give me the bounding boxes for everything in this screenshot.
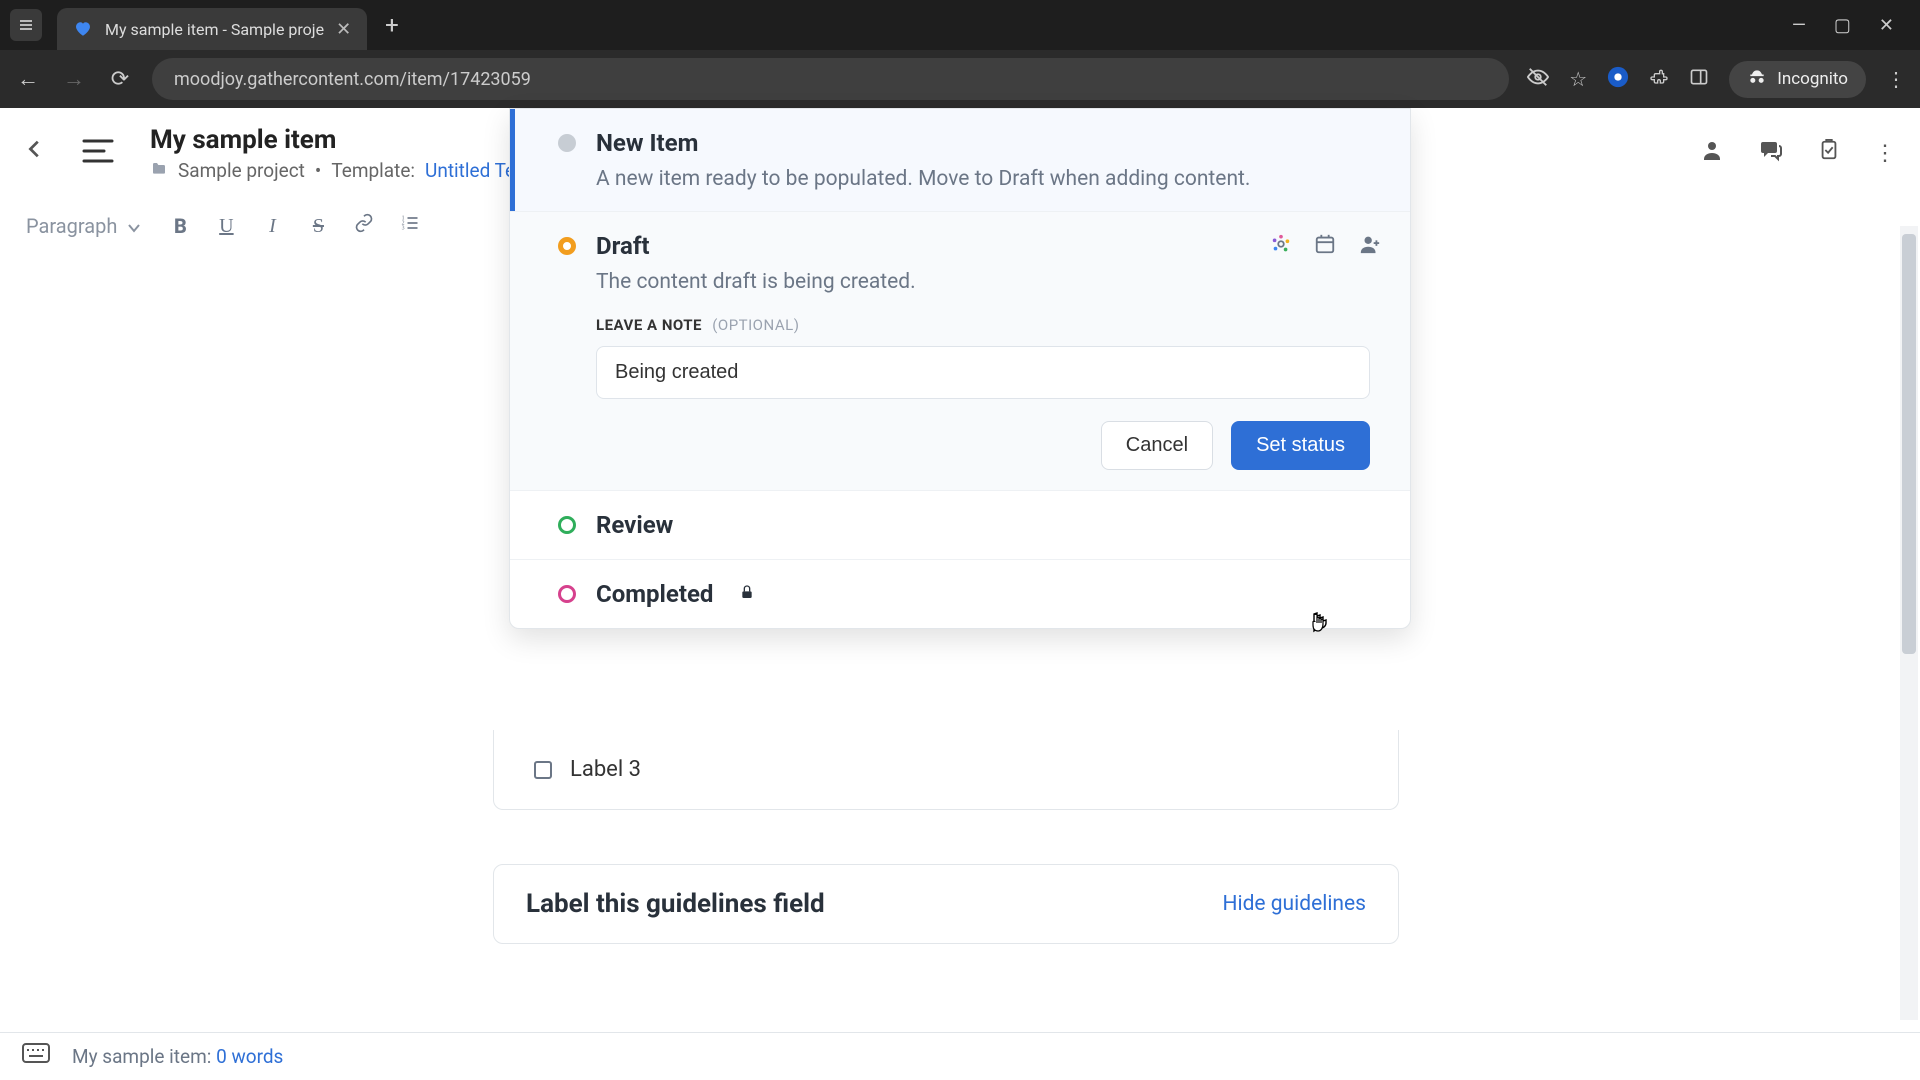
status-name: Review [596, 511, 673, 539]
status-name: Draft [596, 232, 650, 260]
url-text: moodjoy.gathercontent.com/item/17423059 [174, 69, 531, 90]
status-color-dot-icon [558, 237, 576, 255]
bold-button[interactable]: B [163, 214, 197, 238]
svg-text:3: 3 [402, 226, 405, 232]
status-option-completed[interactable]: Completed [510, 559, 1410, 628]
nav-forward-icon[interactable]: → [60, 66, 88, 92]
status-description: A new item ready to be populated. Move t… [596, 167, 1382, 191]
nav-reload-icon[interactable]: ⟳ [106, 67, 134, 92]
minimize-icon[interactable]: — [1792, 15, 1806, 36]
side-panel-icon[interactable] [1689, 67, 1709, 92]
incognito-label: Incognito [1777, 69, 1848, 89]
address-bar: ← → ⟳ moodjoy.gathercontent.com/item/174… [0, 50, 1920, 108]
status-color-dot-icon [558, 516, 576, 534]
tab-bar: My sample item - Sample proje ✕ + — ▢ ✕ [0, 0, 1920, 50]
keyboard-icon[interactable] [22, 1043, 50, 1071]
incognito-indicator[interactable]: Incognito [1729, 61, 1866, 98]
clipboard-icon[interactable] [1818, 137, 1840, 169]
tab-favicon-icon [73, 19, 93, 39]
lock-icon [739, 583, 755, 606]
browser-chrome: My sample item - Sample proje ✕ + — ▢ ✕ … [0, 0, 1920, 108]
profile-avatar-icon[interactable] [1607, 66, 1629, 93]
breadcrumb-separator: • [315, 159, 321, 182]
strikethrough-button[interactable]: S [301, 215, 335, 238]
underline-button[interactable]: U [209, 215, 243, 238]
guidelines-card: Label this guidelines field Hide guideli… [493, 864, 1399, 944]
calendar-icon[interactable] [1314, 233, 1336, 260]
assign-person-icon[interactable] [1358, 233, 1382, 260]
template-prefix: Template: [331, 159, 415, 182]
word-count-label: My sample item: 0 words [72, 1045, 283, 1068]
nav-back-icon[interactable]: ← [14, 66, 42, 92]
incognito-icon [1747, 67, 1767, 92]
more-menu-icon[interactable]: ⋮ [1874, 141, 1896, 166]
tab-title: My sample item - Sample proje [105, 20, 324, 39]
bookmark-star-icon[interactable]: ☆ [1569, 67, 1587, 91]
address-bar-actions: ☆ Incognito ⋮ [1527, 61, 1906, 98]
project-name[interactable]: Sample project [178, 159, 305, 182]
new-tab-button[interactable]: + [385, 11, 399, 39]
window-controls: — ▢ ✕ [1792, 15, 1910, 36]
link-button[interactable] [347, 213, 381, 239]
status-option-draft[interactable]: Draft The content draft is being created… [510, 211, 1410, 490]
status-button-row: Cancel Set status [558, 421, 1382, 470]
browser-tab[interactable]: My sample item - Sample proje ✕ [57, 8, 367, 50]
maximize-icon[interactable]: ▢ [1834, 15, 1851, 36]
set-status-button[interactable]: Set status [1231, 421, 1370, 470]
app-viewport: My sample item Sample project • Template… [0, 108, 1920, 1080]
scrollbar-thumb[interactable] [1902, 234, 1916, 654]
bottom-status-bar: My sample item: 0 words [0, 1032, 1920, 1080]
status-color-dot-icon [558, 585, 576, 603]
status-description: The content draft is being created. [596, 270, 1382, 294]
cancel-button[interactable]: Cancel [1101, 421, 1213, 470]
workflow-settings-icon[interactable] [1270, 233, 1292, 260]
status-note-input[interactable] [596, 346, 1370, 399]
people-icon[interactable] [1700, 138, 1724, 168]
back-chevron-icon[interactable] [24, 134, 46, 172]
status-name: New Item [596, 129, 698, 157]
checkbox-icon[interactable] [534, 761, 552, 779]
italic-button[interactable]: I [255, 215, 289, 238]
guidelines-title: Label this guidelines field [526, 889, 825, 919]
comments-icon[interactable] [1758, 138, 1784, 168]
tab-close-icon[interactable]: ✕ [336, 19, 351, 40]
status-color-dot-icon [558, 134, 576, 152]
paragraph-format-select[interactable]: Paragraph [26, 214, 151, 238]
url-field[interactable]: moodjoy.gathercontent.com/item/17423059 [152, 58, 1509, 100]
hide-guidelines-link[interactable]: Hide guidelines [1222, 892, 1366, 916]
kebab-menu-icon[interactable]: ⋮ [1886, 67, 1906, 91]
note-label: LEAVE A NOTE (OPTIONAL) [596, 316, 1382, 334]
label3-text: Label 3 [570, 757, 641, 782]
status-row-actions [1270, 233, 1382, 260]
status-option-new-item[interactable]: New Item A new item ready to be populate… [510, 109, 1410, 211]
app-menu-button[interactable] [10, 9, 42, 41]
format-select-label: Paragraph [26, 214, 117, 238]
eye-off-icon[interactable] [1527, 66, 1549, 93]
extensions-icon[interactable] [1649, 67, 1669, 92]
status-option-review[interactable]: Review [510, 490, 1410, 559]
folder-icon [150, 159, 168, 182]
chevron-down-icon [127, 214, 141, 238]
status-name: Completed [596, 580, 713, 608]
label-checkbox-row[interactable]: Label 3 [493, 730, 1399, 810]
status-dropdown: New Item A new item ready to be populate… [509, 108, 1411, 629]
scrollbar[interactable] [1900, 226, 1918, 1020]
close-window-icon[interactable]: ✕ [1879, 15, 1894, 36]
outline-toggle-icon[interactable] [82, 137, 114, 169]
word-count-value: 0 words [216, 1045, 283, 1068]
ordered-list-button[interactable]: 123 [393, 213, 427, 239]
header-actions: ⋮ [1700, 137, 1896, 169]
